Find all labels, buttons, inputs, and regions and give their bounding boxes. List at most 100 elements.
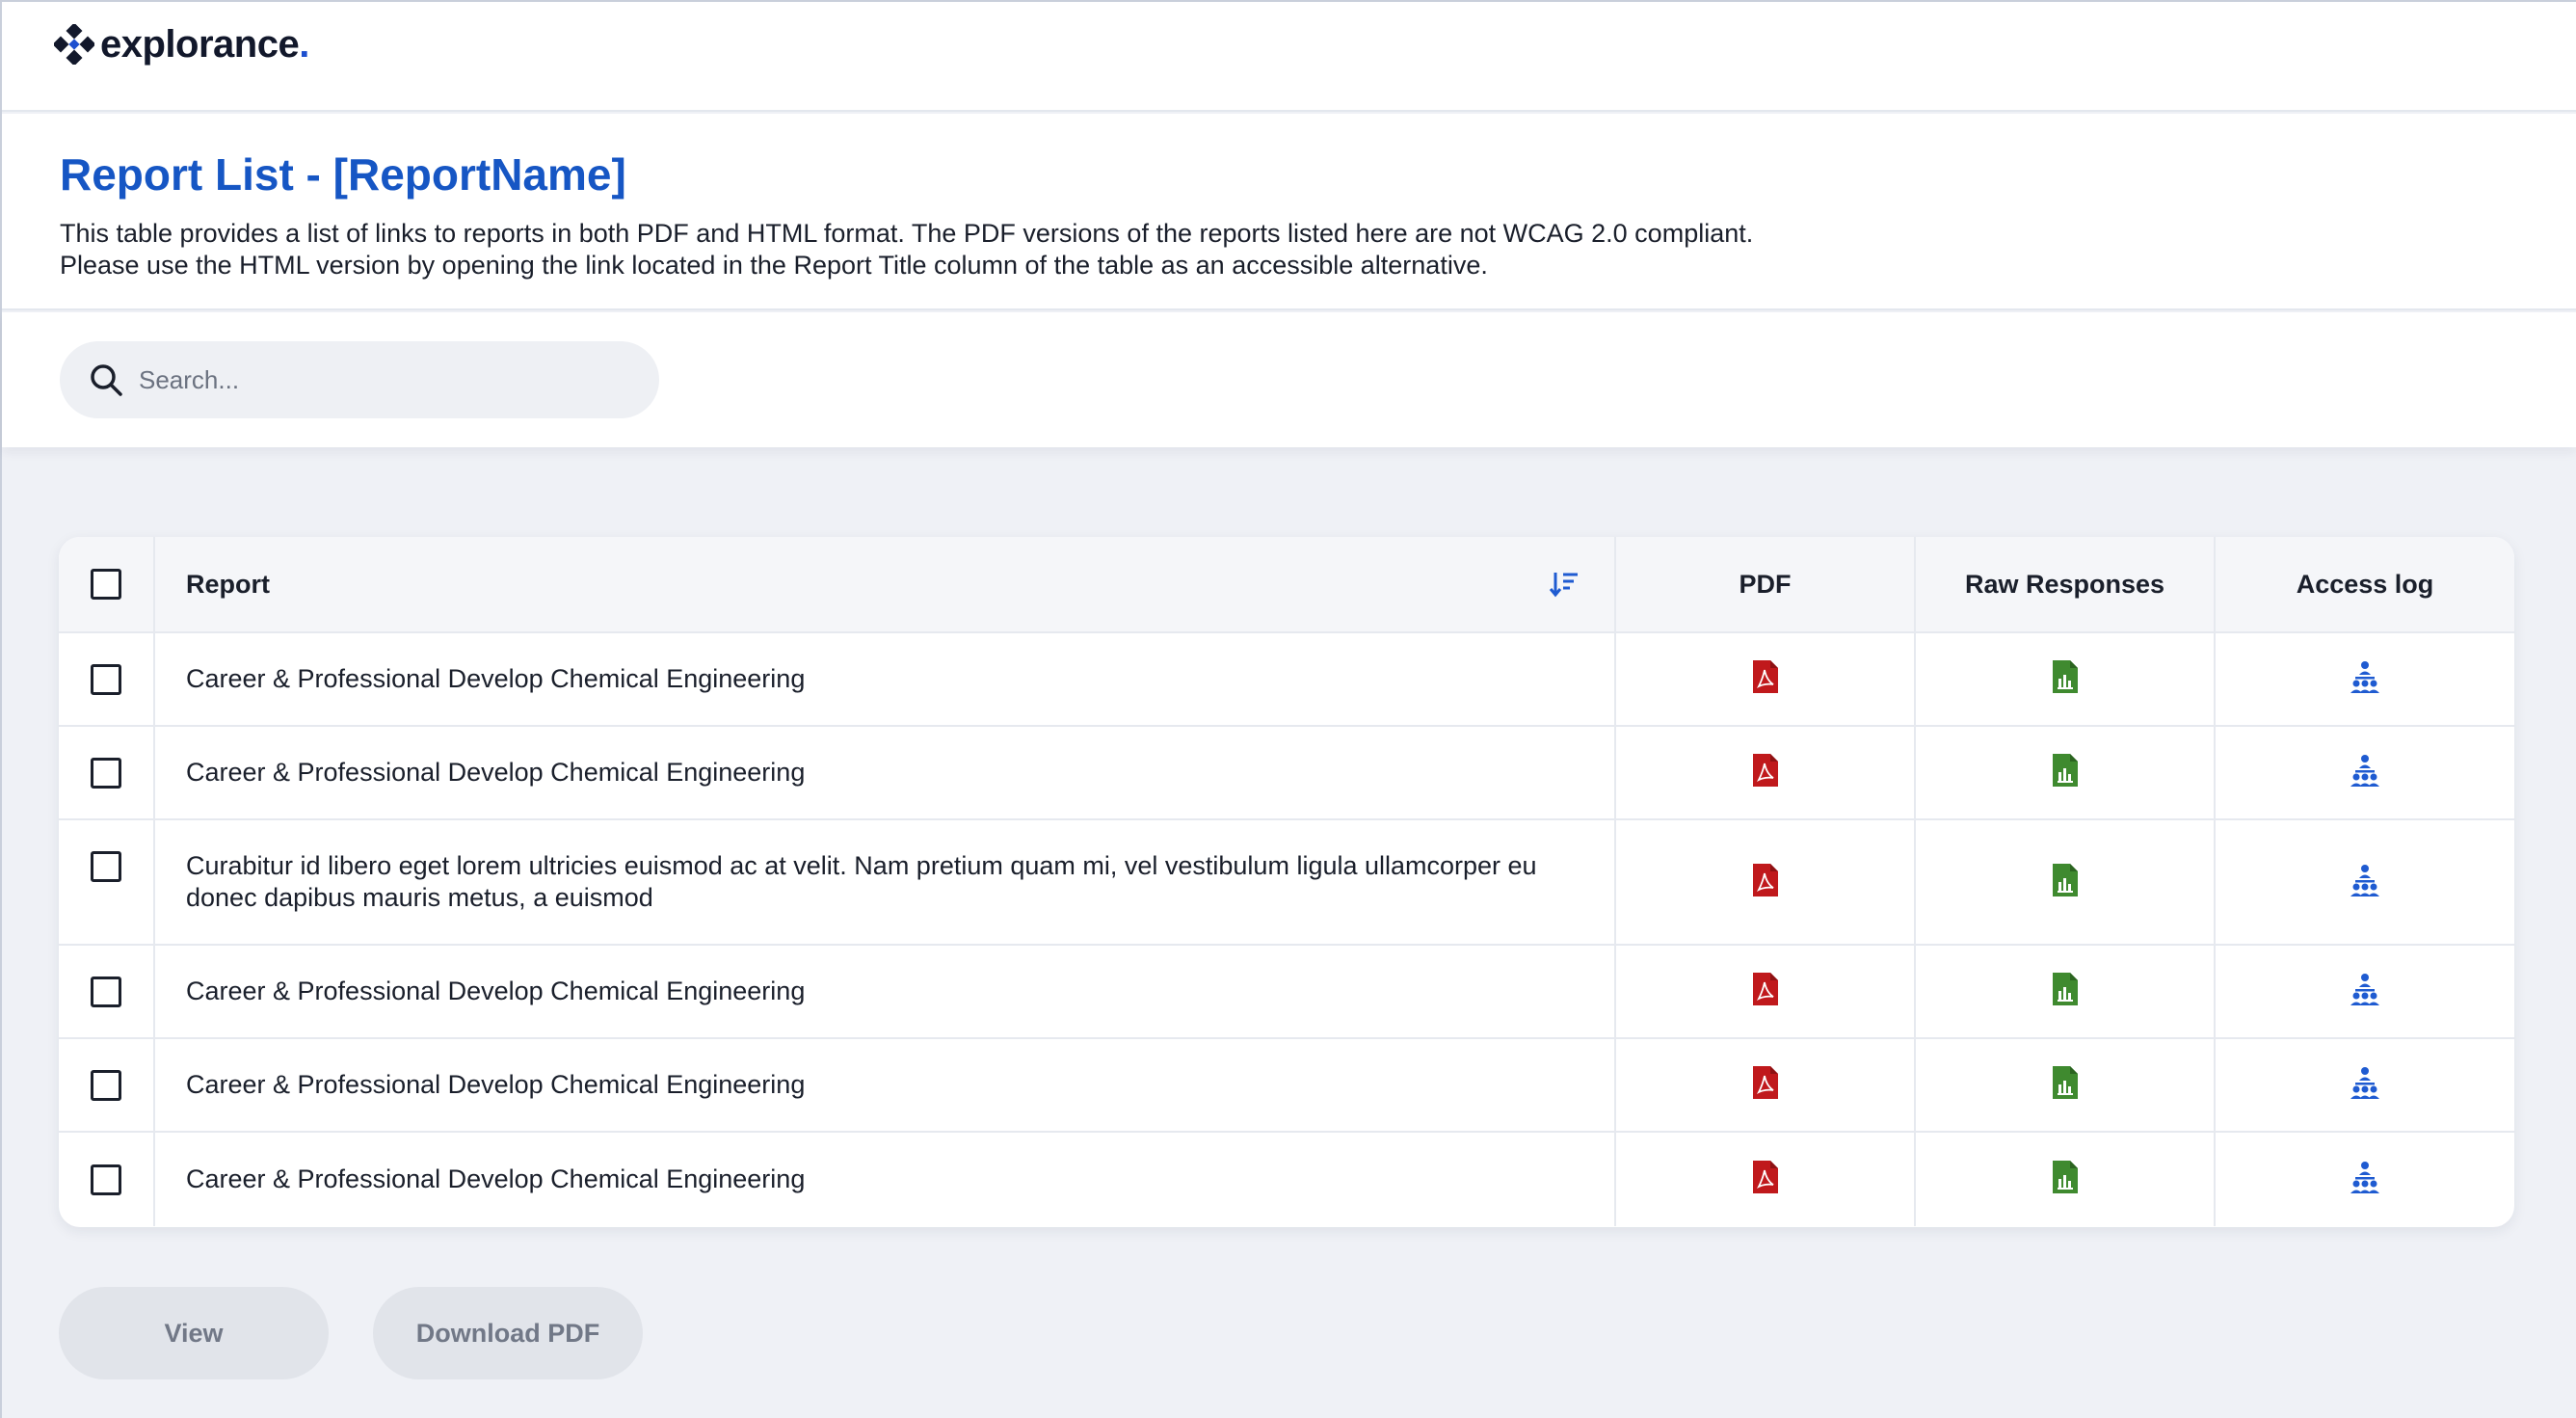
row-checkbox[interactable] — [91, 976, 121, 1007]
row-checkbox[interactable] — [91, 757, 121, 789]
search-box[interactable] — [60, 341, 659, 418]
pdf-download-link[interactable] — [1750, 863, 1781, 902]
people-hierarchy-icon — [2350, 864, 2379, 896]
row-checkbox[interactable] — [91, 851, 121, 882]
people-hierarchy-icon — [2350, 755, 2379, 787]
column-header-pdf: PDF — [1739, 569, 1792, 599]
report-table: Report PDF Raw Responses Access log Care… — [59, 537, 2514, 1227]
page-description: This table provides a list of links to r… — [60, 218, 1891, 281]
report-title-link[interactable]: Career & Professional Develop Chemical E… — [186, 663, 805, 695]
people-hierarchy-icon — [2350, 661, 2379, 693]
search-icon — [91, 364, 122, 396]
pdf-file-icon — [1752, 1161, 1778, 1193]
table-row[interactable]: Career & Professional Develop Chemical E… — [59, 946, 2514, 1039]
spreadsheet-chart-icon — [2052, 754, 2078, 787]
access-log-cell — [2216, 1039, 2514, 1131]
page-description-line-1: This table provides a list of links to r… — [60, 219, 1754, 248]
spreadsheet-chart-icon — [2052, 660, 2078, 693]
table-row[interactable]: Career & Professional Develop Chemical E… — [59, 633, 2514, 727]
access-log-link[interactable] — [2350, 1160, 2380, 1199]
download-pdf-button[interactable]: Download PDF — [373, 1287, 643, 1379]
report-title-link[interactable]: Curabitur id libero eget lorem ultricies… — [186, 850, 1580, 914]
report-title-cell: Career & Professional Develop Chemical E… — [155, 1039, 1616, 1131]
spreadsheet-chart-icon — [2052, 973, 2078, 1005]
people-hierarchy-icon — [2350, 1162, 2379, 1193]
pdf-download-link[interactable] — [1750, 659, 1781, 699]
header-raw-cell: Raw Responses — [1916, 537, 2216, 631]
pdf-file-icon — [1752, 1066, 1778, 1099]
raw-responses-link[interactable] — [2050, 753, 2081, 792]
raw-responses-cell — [1916, 633, 2216, 725]
raw-responses-link[interactable] — [2050, 659, 2081, 699]
access-log-cell — [2216, 727, 2514, 818]
people-hierarchy-icon — [2350, 1067, 2379, 1099]
report-title-cell: Career & Professional Develop Chemical E… — [155, 1133, 1616, 1226]
report-title-link[interactable]: Career & Professional Develop Chemical E… — [186, 1164, 805, 1195]
page-title: Report List - [ReportName] — [60, 149, 626, 200]
report-title-cell: Curabitur id libero eget lorem ultricies… — [155, 820, 1616, 944]
report-title-link[interactable]: Career & Professional Develop Chemical E… — [186, 1069, 805, 1101]
raw-responses-cell — [1916, 820, 2216, 944]
spreadsheet-chart-icon — [2052, 1066, 2078, 1099]
table-row[interactable]: Career & Professional Develop Chemical E… — [59, 1039, 2514, 1133]
row-checkbox[interactable] — [91, 1164, 121, 1195]
access-log-link[interactable] — [2350, 863, 2380, 902]
raw-responses-cell — [1916, 1133, 2216, 1226]
raw-responses-link[interactable] — [2050, 1065, 2081, 1105]
raw-responses-link[interactable] — [2050, 863, 2081, 902]
raw-responses-cell — [1916, 727, 2216, 818]
row-checkbox-cell — [59, 820, 155, 944]
raw-responses-link[interactable] — [2050, 1160, 2081, 1199]
select-all-checkbox[interactable] — [91, 569, 121, 600]
row-checkbox[interactable] — [91, 663, 121, 695]
search-input[interactable] — [139, 364, 601, 395]
row-checkbox-cell — [59, 946, 155, 1037]
brand-logo[interactable]: explorance. — [54, 23, 309, 66]
header-pdf-cell: PDF — [1616, 537, 1916, 631]
table-row[interactable]: Career & Professional Develop Chemical E… — [59, 727, 2514, 820]
pdf-cell — [1616, 946, 1916, 1037]
raw-responses-link[interactable] — [2050, 972, 2081, 1011]
access-log-link[interactable] — [2350, 1065, 2380, 1105]
logo-mark-icon — [54, 24, 94, 65]
access-log-cell — [2216, 946, 2514, 1037]
pdf-cell — [1616, 1039, 1916, 1131]
page-description-line-2: Please use the HTML version by opening t… — [60, 251, 1488, 280]
access-log-cell — [2216, 633, 2514, 725]
pdf-file-icon — [1752, 973, 1778, 1005]
access-log-link[interactable] — [2350, 972, 2380, 1011]
pdf-cell — [1616, 820, 1916, 944]
spreadsheet-chart-icon — [2052, 863, 2078, 896]
column-header-access-log: Access log — [2296, 569, 2434, 599]
pdf-cell — [1616, 633, 1916, 725]
report-title-cell: Career & Professional Develop Chemical E… — [155, 946, 1616, 1037]
people-hierarchy-icon — [2350, 974, 2379, 1005]
table-body: Career & Professional Develop Chemical E… — [59, 633, 2514, 1226]
table-row[interactable]: Curabitur id libero eget lorem ultricies… — [59, 820, 2514, 946]
table-row[interactable]: Career & Professional Develop Chemical E… — [59, 1133, 2514, 1226]
pdf-file-icon — [1752, 754, 1778, 787]
pdf-download-link[interactable] — [1750, 753, 1781, 792]
access-log-link[interactable] — [2350, 753, 2380, 792]
pdf-download-link[interactable] — [1750, 1160, 1781, 1199]
pdf-cell — [1616, 1133, 1916, 1226]
row-checkbox-cell — [59, 633, 155, 725]
pdf-file-icon — [1752, 660, 1778, 693]
pdf-cell — [1616, 727, 1916, 818]
report-title-link[interactable]: Career & Professional Develop Chemical E… — [186, 976, 805, 1007]
row-checkbox[interactable] — [91, 1069, 121, 1101]
raw-responses-cell — [1916, 946, 2216, 1037]
header-report-cell: Report — [155, 537, 1616, 631]
row-checkbox-cell — [59, 727, 155, 818]
report-title-link[interactable]: Career & Professional Develop Chemical E… — [186, 757, 805, 789]
access-log-link[interactable] — [2350, 659, 2380, 699]
pdf-download-link[interactable] — [1750, 1065, 1781, 1105]
column-header-report: Report — [186, 569, 270, 599]
pdf-download-link[interactable] — [1750, 972, 1781, 1011]
view-button[interactable]: View — [59, 1287, 329, 1379]
column-header-raw-responses: Raw Responses — [1964, 569, 2165, 599]
sort-descending-icon[interactable] — [1549, 569, 1580, 600]
header-checkbox-cell — [59, 537, 155, 631]
pdf-file-icon — [1752, 863, 1778, 896]
row-checkbox-cell — [59, 1133, 155, 1226]
